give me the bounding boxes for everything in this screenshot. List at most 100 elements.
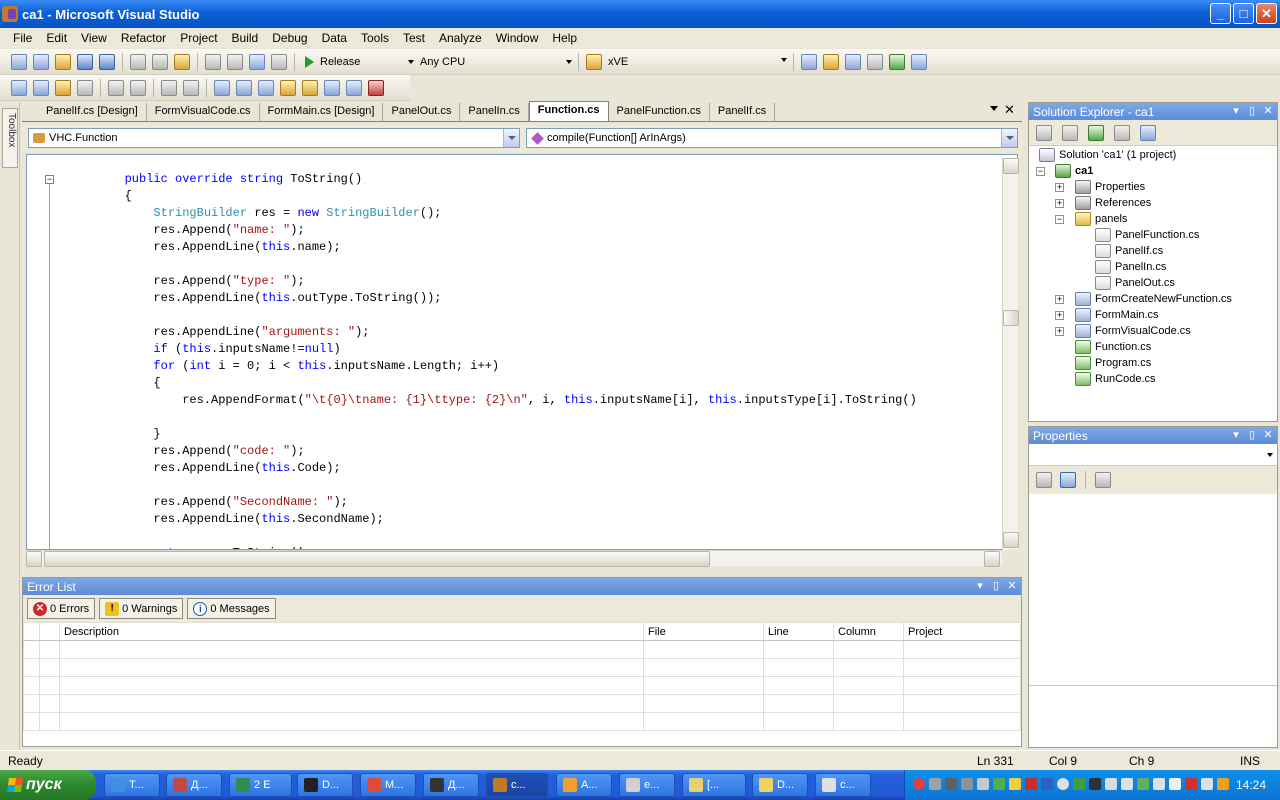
tree-node-formvisualcode[interactable]: FormVisualCode.cs: [1075, 323, 1191, 339]
next-bookmark-icon[interactable]: [258, 79, 274, 96]
menu-data[interactable]: Data: [315, 31, 354, 45]
tray-icon[interactable]: [1201, 778, 1213, 790]
menu-tools[interactable]: Tools: [354, 31, 396, 45]
next-bookmark-folder-icon[interactable]: [302, 79, 318, 96]
toggle-bookmark-icon[interactable]: [214, 79, 230, 96]
tree-node-program[interactable]: Program.cs: [1075, 355, 1151, 371]
show-all-files-icon[interactable]: [1062, 124, 1078, 141]
messages-filter-button[interactable]: i0 Messages: [187, 598, 276, 619]
menu-build[interactable]: Build: [225, 31, 266, 45]
menu-help[interactable]: Help: [545, 31, 584, 45]
menu-test[interactable]: Test: [396, 31, 432, 45]
tree-node-project[interactable]: ca1: [1055, 163, 1093, 179]
expand-node-icon[interactable]: +: [1055, 311, 1064, 320]
menu-view[interactable]: View: [74, 31, 114, 45]
taskbar-item[interactable]: M...: [360, 773, 416, 797]
tree-node-properties[interactable]: Properties: [1075, 179, 1145, 195]
menu-project[interactable]: Project: [173, 31, 224, 45]
tray-icon[interactable]: [993, 778, 1005, 790]
view-code-icon[interactable]: [1114, 124, 1130, 141]
tray-icon[interactable]: [1057, 778, 1069, 790]
tray-icon[interactable]: [1185, 778, 1197, 790]
scroll-up-button[interactable]: [1003, 158, 1019, 174]
taskbar-item[interactable]: Д...: [423, 773, 479, 797]
save-icon[interactable]: [77, 53, 93, 70]
comment-lines-icon[interactable]: [161, 79, 177, 96]
tray-icon[interactable]: [1137, 778, 1149, 790]
expand-node-icon[interactable]: +: [1055, 295, 1064, 304]
menu-analyze[interactable]: Analyze: [432, 31, 489, 45]
add-item-icon[interactable]: [33, 53, 49, 70]
start-page-icon[interactable]: [889, 53, 905, 70]
tab-formmain-design[interactable]: FormMain.cs [Design]: [260, 103, 384, 121]
tray-icon[interactable]: [1217, 778, 1229, 790]
solution-explorer-icon[interactable]: [801, 53, 817, 70]
tree-node-solution[interactable]: Solution 'ca1' (1 project): [1039, 147, 1176, 163]
tree-node-panelif[interactable]: PanelIf.cs: [1095, 243, 1163, 259]
window-position-icon[interactable]: ▾: [1229, 428, 1243, 441]
other-windows-icon[interactable]: [911, 53, 927, 70]
window-position-icon[interactable]: ▾: [973, 579, 987, 592]
column-header-description[interactable]: Description: [59, 622, 644, 641]
refresh-icon[interactable]: [1088, 124, 1104, 141]
close-panel-icon[interactable]: ✕: [1261, 428, 1275, 441]
tab-formvisualcode[interactable]: FormVisualCode.cs: [147, 103, 260, 121]
decrease-indent-icon[interactable]: [108, 79, 124, 96]
horizontal-scroll-thumb[interactable]: [44, 551, 710, 567]
warnings-filter-button[interactable]: ! 0 Warnings: [99, 598, 184, 619]
menu-edit[interactable]: Edit: [39, 31, 74, 45]
complete-word-icon[interactable]: [77, 79, 93, 96]
close-button[interactable]: ✕: [1256, 3, 1277, 24]
tree-node-formcreatenewfunction[interactable]: FormCreateNewFunction.cs: [1075, 291, 1232, 307]
start-debugging-icon[interactable]: [305, 55, 314, 68]
taskbar-item[interactable]: D...: [752, 773, 808, 797]
property-pages-icon[interactable]: [1095, 472, 1111, 488]
close-document-icon[interactable]: ✕: [1004, 102, 1015, 118]
volume-icon[interactable]: [1105, 778, 1117, 790]
types-combo[interactable]: VHC.Function: [28, 128, 520, 148]
column-header-column[interactable]: Column: [833, 622, 904, 641]
taskbar-item[interactable]: c...: [815, 773, 871, 797]
horizontal-scrollbar[interactable]: [26, 550, 1002, 567]
vertical-scrollbar[interactable]: [1002, 158, 1019, 550]
tab-panelif-design[interactable]: PanelIf.cs [Design]: [38, 103, 147, 121]
tree-node-panelout[interactable]: PanelOut.cs: [1095, 275, 1175, 291]
scroll-right-button[interactable]: [984, 551, 1000, 567]
taskbar-item-active[interactable]: c...: [486, 773, 548, 797]
tray-icon[interactable]: [1121, 778, 1133, 790]
undo-icon[interactable]: [205, 53, 221, 70]
auto-hide-pin-icon[interactable]: ▯: [1245, 428, 1259, 441]
tray-icon[interactable]: [1169, 778, 1181, 790]
alphabetical-icon[interactable]: [1060, 472, 1076, 488]
find-in-files-icon[interactable]: [586, 53, 602, 70]
navigate-forward-icon[interactable]: [271, 53, 287, 70]
column-header-project[interactable]: Project: [903, 622, 1021, 641]
scroll-down-button[interactable]: [1003, 532, 1019, 548]
close-panel-icon[interactable]: ✕: [1261, 104, 1275, 117]
categorized-icon[interactable]: [1036, 472, 1052, 488]
toolbox-tab[interactable]: Toolbox: [2, 108, 18, 168]
auto-hide-pin-icon[interactable]: ▯: [989, 579, 1003, 592]
tab-function-active[interactable]: Function.cs: [528, 101, 609, 121]
tab-panelout[interactable]: PanelOut.cs: [383, 103, 461, 121]
solution-configuration-combo[interactable]: Release: [320, 53, 416, 71]
scroll-thumb[interactable]: [1003, 310, 1019, 326]
taskbar-item[interactable]: D...: [297, 773, 353, 797]
close-panel-icon[interactable]: ✕: [1005, 579, 1019, 592]
column-header-icon[interactable]: [23, 622, 40, 641]
paste-icon[interactable]: [174, 53, 190, 70]
scroll-left-button[interactable]: [26, 551, 42, 567]
uncomment-lines-icon[interactable]: [183, 79, 199, 96]
window-position-icon[interactable]: ▾: [1229, 104, 1243, 117]
tree-node-panelin[interactable]: PanelIn.cs: [1095, 259, 1166, 275]
tree-node-runcode[interactable]: RunCode.cs: [1075, 371, 1156, 387]
tray-icon[interactable]: [1025, 778, 1037, 790]
open-file-icon[interactable]: [55, 53, 71, 70]
cut-icon[interactable]: [130, 53, 146, 70]
tray-icon[interactable]: [1153, 778, 1165, 790]
expand-node-icon[interactable]: +: [1055, 199, 1064, 208]
collapse-node-icon[interactable]: −: [1036, 167, 1045, 176]
copy-icon[interactable]: [152, 53, 168, 70]
menu-refactor[interactable]: Refactor: [114, 31, 173, 45]
tree-node-references[interactable]: References: [1075, 195, 1151, 211]
